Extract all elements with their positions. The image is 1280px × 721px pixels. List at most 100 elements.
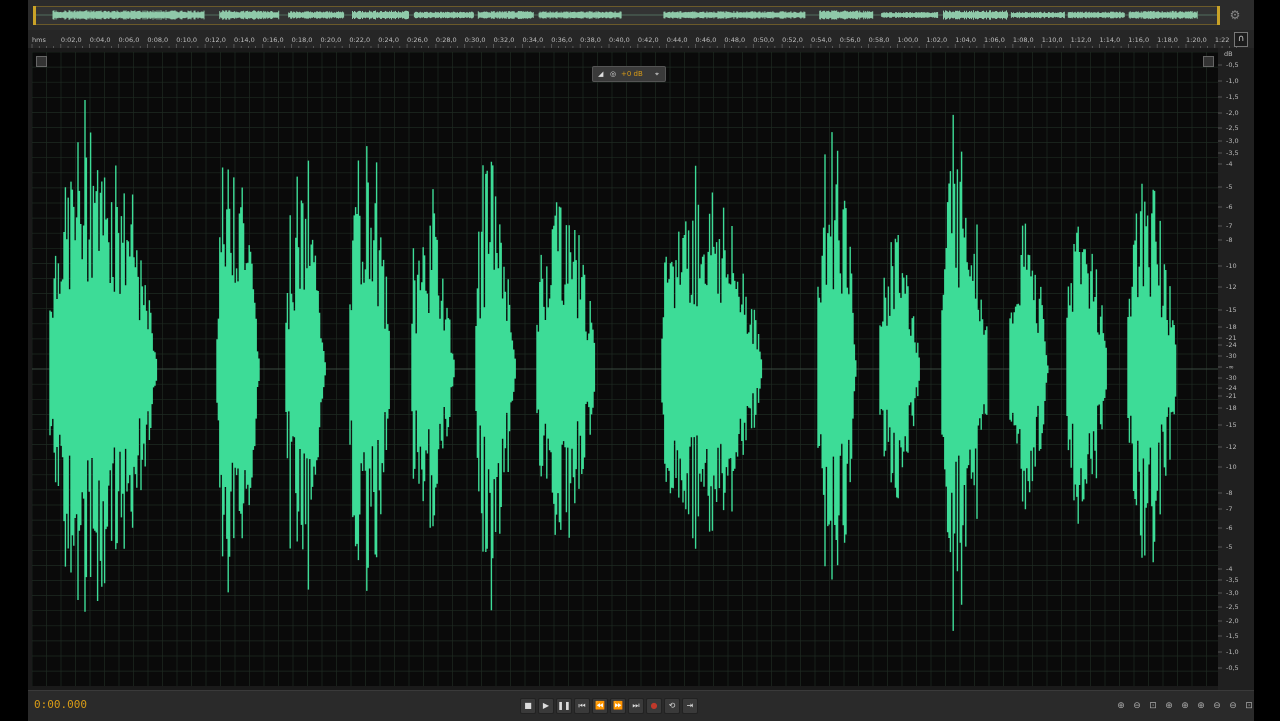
time-ruler-ticks: hms 0:02,0 0:04,0 0:06,0 0:08,0 0:10,0 0:12,0 0…	[31, 36, 1237, 48]
db-label: -5	[1226, 183, 1232, 191]
zoom-out-full-icon[interactable]: ⊖	[1226, 699, 1240, 713]
overview-left-handle[interactable]	[33, 6, 36, 25]
ruler-label: 0:06,0	[119, 36, 140, 44]
db-label: -8	[1226, 236, 1232, 244]
ruler-label: 0:46,0	[696, 36, 717, 44]
overview-waveform	[35, 10, 1218, 20]
move-to-end-button[interactable]: ⏭	[628, 698, 644, 714]
db-label: -3,5	[1226, 576, 1239, 584]
zoom-in-amplitude-icon[interactable]: ⊕	[1114, 699, 1128, 713]
expand-left-icon[interactable]	[36, 56, 47, 67]
db-label: -10	[1226, 262, 1237, 270]
db-label: -12	[1226, 283, 1237, 291]
db-label: -30	[1226, 374, 1237, 382]
waveform-display[interactable]: ◢ ◎ +0 dB ⌖	[32, 52, 1218, 686]
db-label: -3,0	[1226, 137, 1239, 145]
db-label: -7	[1226, 505, 1232, 513]
overview-navigator[interactable]: ⚙	[28, 0, 1254, 31]
loop-button[interactable]: ⟲	[664, 698, 680, 714]
svg-text:dB: dB	[1224, 50, 1233, 58]
db-scale-labels: dB -0,5 -1,0 -1,5 -2,0 -2,5 -3,0 -3,5 -4 -5 -6 -7 -8…	[1218, 50, 1239, 672]
waveform-editor[interactable]: ◢ ◎ +0 dB ⌖ dB -0,5 -1,0 -1,5 -2,0 -2,5 -3,0 -3…	[28, 48, 1254, 690]
db-label: -10	[1226, 463, 1237, 471]
expand-right-icon[interactable]	[1203, 56, 1214, 67]
ruler-label: 1:12,0	[1071, 36, 1092, 44]
db-label: -3,0	[1226, 589, 1239, 597]
zoom-in-start-icon[interactable]: ⊕	[1162, 699, 1176, 713]
ruler-label: 1:16,0	[1128, 36, 1149, 44]
ruler-label: 0:38,0	[580, 36, 601, 44]
db-label: -4	[1226, 160, 1232, 168]
ruler-label: 0:04,0	[90, 36, 111, 44]
zoom-in-end-icon[interactable]: ⊕	[1178, 699, 1192, 713]
db-label: -8	[1226, 489, 1232, 497]
db-label: -∞	[1226, 363, 1234, 371]
db-label: -18	[1226, 323, 1237, 331]
db-label: -3,5	[1226, 149, 1239, 157]
db-label: -24	[1226, 341, 1237, 349]
ruler-label: 0:30,0	[465, 36, 486, 44]
ruler-label: 0:08,0	[147, 36, 168, 44]
ruler-label: 0:32,0	[494, 36, 515, 44]
zoom-full-icon[interactable]: ⊡	[1146, 699, 1160, 713]
db-label: -0,5	[1226, 61, 1239, 69]
letterbox-right	[1254, 0, 1280, 720]
ruler-label: 0:36,0	[551, 36, 572, 44]
db-label: -5	[1226, 543, 1232, 551]
zoom-out-time-icon[interactable]: ⊖	[1210, 699, 1224, 713]
play-button[interactable]: ▶	[538, 698, 554, 714]
db-label: -24	[1226, 384, 1237, 392]
db-label: -6	[1226, 524, 1232, 532]
zoom-in-time-icon[interactable]: ⊕	[1194, 699, 1208, 713]
stop-button[interactable]: ■	[520, 698, 536, 714]
db-label: -2,0	[1226, 109, 1239, 117]
ruler-label: 1:20,0	[1186, 36, 1207, 44]
ruler-label: 1:02,0	[926, 36, 947, 44]
ruler-label: 0:12,0	[205, 36, 226, 44]
ruler-label: 0:56,0	[840, 36, 861, 44]
rewind-button[interactable]: ⏪	[592, 698, 608, 714]
overview-right-handle[interactable]	[1217, 6, 1220, 25]
db-label: -2,0	[1226, 617, 1239, 625]
zoom-selection-icon[interactable]: ⊡	[1242, 699, 1256, 713]
move-to-start-button[interactable]: ⏮	[574, 698, 590, 714]
db-label: -30	[1226, 352, 1237, 360]
zoom-out-amplitude-icon[interactable]: ⊖	[1130, 699, 1144, 713]
db-scale: dB -0,5 -1,0 -1,5 -2,0 -2,5 -3,0 -3,5 -4 -5 -6 -7 -8…	[1218, 48, 1254, 690]
db-label: -6	[1226, 203, 1232, 211]
ruler-label: 1:04,0	[955, 36, 976, 44]
db-label: -15	[1226, 421, 1237, 429]
ruler-label: 1:14,0	[1099, 36, 1120, 44]
ruler-label: 0:28,0	[436, 36, 457, 44]
ruler-label: 0:16,0	[263, 36, 284, 44]
waveform	[32, 52, 1218, 686]
fast-forward-button[interactable]: ⏩	[610, 698, 626, 714]
db-label: -1,0	[1226, 77, 1239, 85]
ruler-label: 0:40,0	[609, 36, 630, 44]
ruler-label: 0:22,0	[349, 36, 370, 44]
hud-level-icon: ◢	[598, 70, 604, 78]
ruler-label: 0:20,0	[321, 36, 342, 44]
hud-pin-icon[interactable]: ⌖	[655, 67, 659, 81]
pause-button[interactable]: ❚❚	[556, 698, 572, 714]
letterbox-left	[0, 0, 28, 720]
time-ruler[interactable]: hms 0:02,0 0:04,0 0:06,0 0:08,0 0:10,0 0:12,0 0…	[28, 30, 1254, 49]
ruler-label: 0:52,0	[782, 36, 803, 44]
ruler-label: 1:00,0	[898, 36, 919, 44]
hud-knob-icon[interactable]: ◎	[610, 67, 616, 81]
ruler-label: 1:10,0	[1042, 36, 1063, 44]
skip-selection-button[interactable]: ⇥	[682, 698, 698, 714]
ruler-label: 0:44,0	[667, 36, 688, 44]
transport-bar: 0:00.000 ■ ▶ ❚❚ ⏮ ⏪ ⏩ ⏭ ● ⟲ ⇥ ⊕ ⊖ ⊡ ⊕ ⊕ ⊕ ⊖ ⊖ ⊡	[28, 690, 1254, 721]
db-label: -1,5	[1226, 632, 1239, 640]
record-button[interactable]: ●	[646, 698, 662, 714]
ruler-label: 0:24,0	[378, 36, 399, 44]
hud-gain-value: +0 dB	[621, 70, 643, 78]
db-label: -4	[1226, 565, 1232, 573]
headphones-icon[interactable]: ∩	[1234, 32, 1248, 47]
time-display: 0:00.000	[34, 698, 87, 711]
ruler-label: 1:22	[1215, 36, 1230, 44]
hud-gain-control[interactable]: ◢ ◎ +0 dB ⌖	[592, 66, 666, 82]
db-label: -12	[1226, 443, 1237, 451]
settings-icon[interactable]: ⚙	[1228, 8, 1242, 22]
